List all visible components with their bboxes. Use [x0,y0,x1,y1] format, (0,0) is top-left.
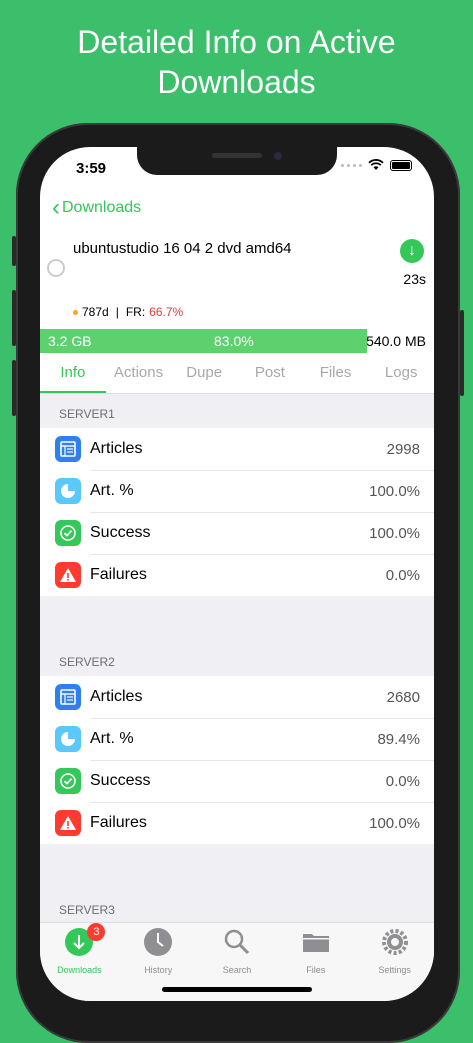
stat-row: Success 100.0% [40,512,434,554]
stat-value: 2998 [386,440,420,458]
progress-percent: 83.0% [214,333,254,349]
status-icons [341,159,412,171]
tabbar-item-settings[interactable]: Settings [355,923,434,1001]
app-screen: 3:59 ‹ Downloads ubuntustudio 16 04 2 dv… [40,147,434,1001]
server-section-header: SERVER3 [59,903,115,917]
fr-label: FR: [125,305,146,319]
check-icon [55,520,81,546]
tab-info[interactable]: Info [40,357,106,393]
mute-switch [12,236,16,266]
tabbar-label: Files [306,965,326,975]
tabbar-label: History [144,965,173,975]
select-radio[interactable] [47,259,65,277]
pie-icon [55,478,81,504]
download-name: ubuntustudio 16 04 2 dvd amd64 [73,240,292,257]
chevron-left-icon: ‹ [52,194,60,221]
stat-label: Failures [90,814,147,831]
stat-label: Articles [90,440,143,457]
promo-caption: Detailed Info on Active Downloads [0,22,473,102]
download-meta: 787d | FR: 66.7% [73,305,183,319]
server-stats-list: SERVER1 Articles 2998 Art. % 100.0% Success 10… [40,394,434,922]
back-label: Downloads [62,199,142,216]
fr-value: 66.7% [149,305,184,319]
front-camera [274,152,282,160]
home-indicator [162,987,312,992]
stat-label: Articles [90,688,143,705]
tabbar-label: Settings [378,965,411,975]
tabbar-label: Downloads [57,965,102,975]
download-progress-bar: 3.2 GB 83.0% 540.0 MB [40,329,434,353]
badge-count: 3 [87,923,106,941]
articles-icon [55,436,81,462]
clock-icon [143,927,173,962]
back-button[interactable]: ‹ Downloads [52,194,142,221]
stat-value: 0.0% [385,566,420,584]
progress-downloaded: 3.2 GB [48,333,92,349]
detail-tabs: Info Actions Dupe Post Files Logs [40,357,434,394]
signal-dots-icon [341,163,362,167]
stat-row: Articles 2680 [40,676,434,718]
stat-label: Success [90,524,151,541]
promo-line-2: Downloads [157,64,316,100]
tabbar-label: Search [222,965,252,975]
volume-down-button [12,360,16,416]
stat-value: 100.0% [369,524,420,542]
stat-row: Articles 2998 [40,428,434,470]
notch [137,147,337,175]
check-icon [55,768,81,794]
tabbar-item-downloads[interactable]: 3 Downloads [40,923,119,1001]
tab-actions[interactable]: Actions [106,357,172,393]
tab-post[interactable]: Post [237,357,303,393]
stat-label: Art. % [90,482,134,499]
tab-logs[interactable]: Logs [368,357,434,393]
stat-label: Failures [90,566,147,583]
warning-icon [55,562,81,588]
stat-value: 100.0% [369,482,420,500]
stat-value: 0.0% [385,772,420,790]
gear-icon [380,927,410,962]
progress-total: 540.0 MB [366,333,426,349]
stat-value: 89.4% [377,730,420,748]
articles-icon [55,684,81,710]
download-eta: 23s [403,271,426,287]
status-time: 3:59 [76,160,107,177]
search-icon [222,927,252,962]
promo-line-1: Detailed Info on Active [77,24,396,60]
speaker-grille [212,153,262,158]
stat-value: 2680 [386,688,420,706]
stat-label: Art. % [90,730,134,747]
tab-files[interactable]: Files [303,357,369,393]
stat-value: 100.0% [369,814,420,832]
wifi-icon [368,159,384,170]
battery-icon [390,159,412,171]
stat-row: Art. % 89.4% [40,718,434,760]
power-button [460,310,464,396]
server-section-header: SERVER1 [59,407,115,421]
folder-icon [301,927,331,962]
stat-row: Failures 0.0% [40,554,434,596]
pie-icon [55,726,81,752]
download-age: 787d [82,305,109,319]
stat-row: Success 0.0% [40,760,434,802]
meta-separator: | [115,305,119,319]
stat-label: Success [90,772,151,789]
age-dot-icon [73,309,78,315]
download-status-icon: ↓ [400,239,424,263]
volume-up-button [12,290,16,346]
warning-icon [55,810,81,836]
tab-dupe[interactable]: Dupe [171,357,237,393]
stat-row: Art. % 100.0% [40,470,434,512]
server-section-header: SERVER2 [59,655,115,669]
stat-row: Failures 100.0% [40,802,434,844]
